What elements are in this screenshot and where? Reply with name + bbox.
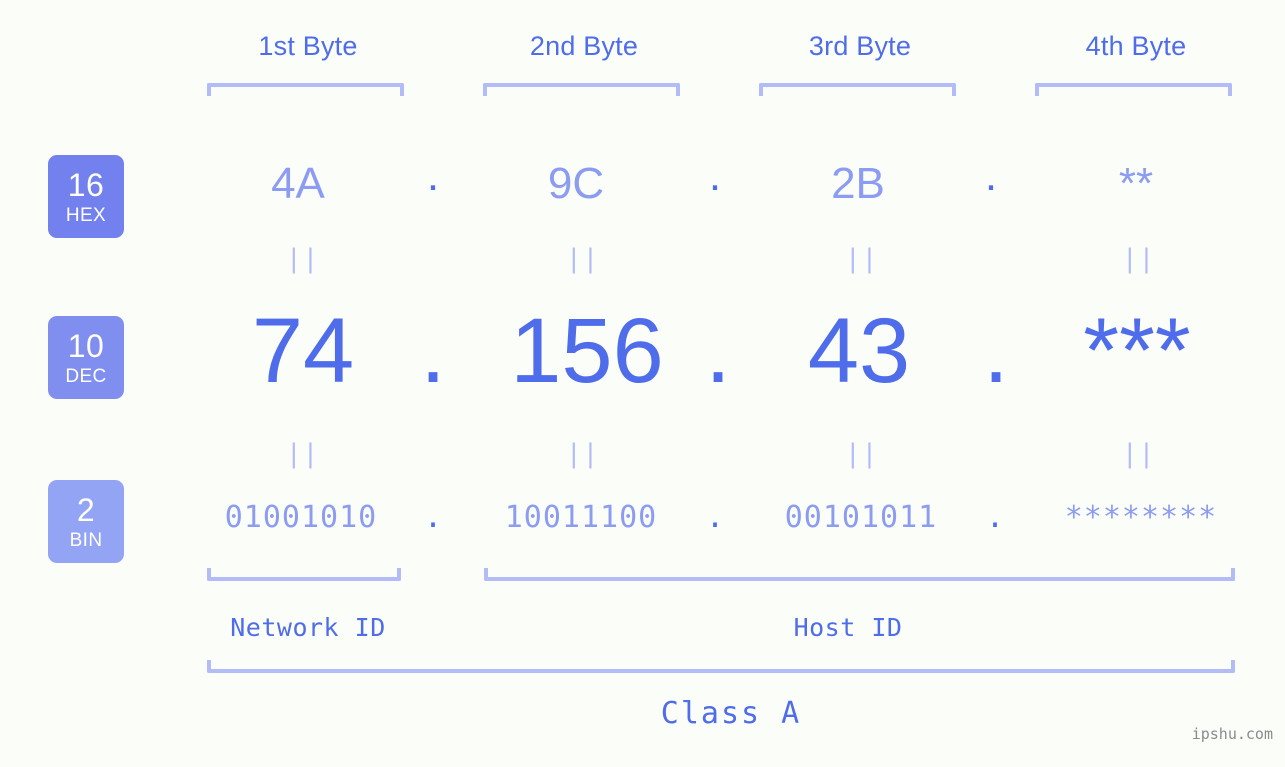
bin-byte-2: 10011100 (504, 500, 658, 535)
host-id-label: Host ID (793, 613, 903, 642)
network-id-bracket (207, 568, 401, 581)
bin-separator-2: . (705, 500, 725, 535)
hex-byte-4: ** (1118, 159, 1154, 208)
bin-separator-1: . (423, 500, 443, 535)
dec-byte-3: 43 (807, 300, 911, 402)
byte-bracket-3 (759, 83, 956, 96)
base-badge-bin[interactable]: 2 BIN (48, 480, 124, 563)
byte-header-3: 3rd Byte (808, 31, 912, 61)
byte-header-4: 4th Byte (1085, 31, 1187, 61)
byte-header-1: 1st Byte (258, 31, 358, 61)
byte-bracket-4 (1035, 83, 1232, 96)
equals-icon-dec-bin-1: || (286, 439, 320, 469)
site-watermark: ipshu.com (1191, 725, 1273, 743)
base-badge-hex-number: 16 (67, 166, 105, 203)
equals-icon-dec-bin-2: || (566, 439, 600, 469)
equals-icon-dec-bin-3: || (845, 439, 879, 469)
hex-byte-3: 2B (831, 159, 885, 208)
bin-separator-3: . (985, 500, 1005, 535)
base-badge-dec-name: DEC (65, 365, 107, 387)
base-badge-hex-name: HEX (65, 204, 107, 226)
hex-byte-2: 9C (547, 159, 605, 208)
equals-icon-dec-bin-4: || (1122, 439, 1156, 469)
byte-bracket-1 (207, 83, 404, 96)
dec-byte-2: 156 (510, 300, 664, 402)
hex-separator-3: . (984, 151, 998, 200)
byte-header-2: 2nd Byte (529, 31, 639, 61)
dec-byte-1: 74 (251, 300, 355, 402)
ip-address-breakdown-diagram: 1st Byte 2nd Byte 3rd Byte 4th Byte 16 H… (0, 0, 1285, 767)
class-label: Class A (660, 696, 802, 731)
hex-byte-1: 4A (271, 159, 325, 208)
hex-separator-2: . (708, 151, 722, 200)
hex-separator-1: . (426, 151, 440, 200)
host-id-bracket (484, 568, 1235, 581)
bin-byte-1: 01001010 (224, 500, 378, 535)
equals-icon-hex-dec-4: || (1122, 244, 1156, 274)
network-id-label: Network ID (230, 613, 386, 642)
equals-icon-hex-dec-1: || (286, 244, 320, 274)
base-badge-dec-number: 10 (67, 327, 105, 364)
equals-icon-hex-dec-2: || (566, 244, 600, 274)
class-bracket (207, 660, 1235, 673)
base-badge-dec[interactable]: 10 DEC (48, 316, 124, 399)
base-badge-bin-number: 2 (76, 491, 96, 528)
bin-byte-4: ******** (1064, 500, 1218, 535)
base-badge-hex[interactable]: 16 HEX (48, 155, 124, 238)
bin-byte-3: 00101011 (784, 500, 938, 535)
dec-byte-4: *** (1083, 300, 1191, 402)
base-badge-bin-name: BIN (69, 529, 103, 551)
equals-icon-hex-dec-3: || (845, 244, 879, 274)
byte-bracket-2 (483, 83, 680, 96)
